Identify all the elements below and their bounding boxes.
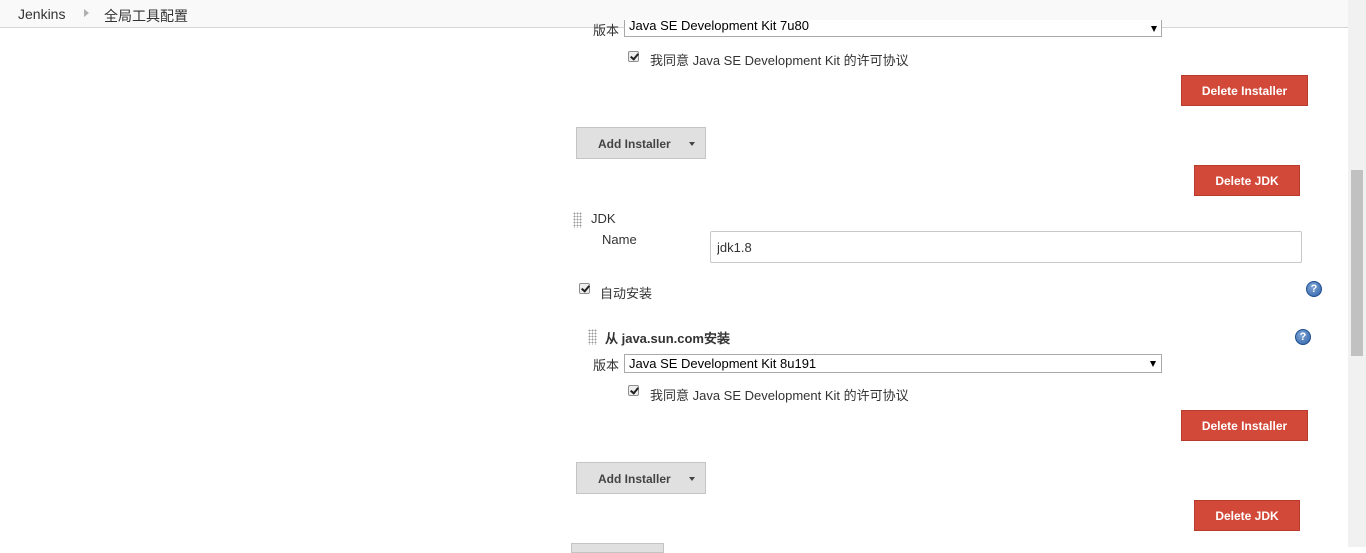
breadcrumb-chevron-right-icon[interactable] <box>84 9 89 17</box>
breadcrumb-jenkins-link[interactable]: Jenkins <box>18 6 65 22</box>
agree-license-checkbox[interactable] <box>628 51 639 62</box>
caret-down-icon <box>689 142 695 146</box>
help-icon[interactable]: ? <box>1306 281 1322 297</box>
help-icon[interactable]: ? <box>1295 329 1311 345</box>
add-jdk-button[interactable] <box>571 543 664 553</box>
version-select-value: Java SE Development Kit 8u191 <box>629 356 817 371</box>
delete-installer-button[interactable]: Delete Installer <box>1181 410 1308 441</box>
drag-handle-icon[interactable] <box>588 329 597 345</box>
version-select[interactable]: Java SE Development Kit 8u191 <box>624 354 1162 373</box>
add-installer-button[interactable]: Add Installer <box>576 462 706 494</box>
version-select-wrapper: Java SE Development Kit 7u80 <box>624 20 1162 37</box>
add-installer-label: Add Installer <box>598 137 671 151</box>
version-select[interactable]: Java SE Development Kit 7u80 <box>624 20 1162 37</box>
scrollbar-thumb[interactable] <box>1351 170 1363 356</box>
jdk-name-input[interactable] <box>710 231 1302 263</box>
breadcrumb-current-link[interactable]: 全局工具配置 <box>104 6 188 26</box>
delete-jdk-button[interactable]: Delete JDK <box>1194 500 1300 531</box>
caret-down-icon <box>689 477 695 481</box>
installer-title: 从 java.sun.com安装 <box>605 331 730 346</box>
add-installer-button[interactable]: Add Installer <box>576 127 706 159</box>
jdk-section-label: JDK <box>591 211 616 226</box>
agree-license-checkbox[interactable] <box>628 385 639 396</box>
auto-install-checkbox[interactable] <box>579 283 590 294</box>
version-label: 版本 <box>593 358 620 373</box>
add-installer-label: Add Installer <box>598 472 671 486</box>
drag-handle-icon[interactable] <box>573 212 582 228</box>
name-label: Name <box>602 232 637 247</box>
agree-license-label: 我同意 Java SE Development Kit 的许可协议 <box>650 53 909 68</box>
version-select-value: Java SE Development Kit 7u80 <box>629 20 809 33</box>
dropdown-arrow-icon <box>1150 361 1156 367</box>
auto-install-label: 自动安装 <box>600 286 653 301</box>
version-label: 版本 <box>593 23 620 38</box>
agree-license-label: 我同意 Java SE Development Kit 的许可协议 <box>650 388 909 403</box>
delete-jdk-button[interactable]: Delete JDK <box>1194 165 1300 196</box>
vertical-scrollbar[interactable] <box>1348 0 1366 547</box>
dropdown-arrow-icon <box>1151 26 1157 32</box>
delete-installer-button[interactable]: Delete Installer <box>1181 75 1308 106</box>
